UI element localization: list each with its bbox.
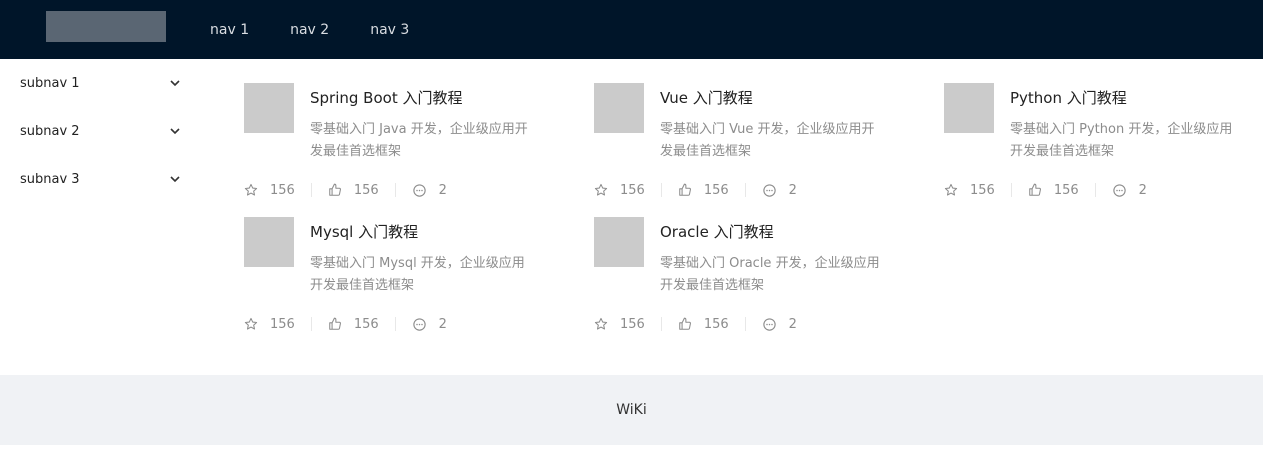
comment-count: 2 <box>788 182 797 198</box>
like-icon <box>328 317 354 331</box>
main-layout: subnav 1 subnav 2 subnav 3 Spring Boot 入… <box>0 59 1263 375</box>
star-count: 156 <box>270 182 295 198</box>
course-title[interactable]: Vue 入门教程 <box>660 87 753 108</box>
card-actions: 156 156 2 <box>594 313 797 335</box>
course-card: Mysql 入门教程 零基础入门 Mysql 开发，企业级应用开发最佳首选框架 … <box>244 217 574 337</box>
sidebar-item-subnav-3[interactable]: subnav 3 <box>20 169 180 189</box>
like-count: 156 <box>353 182 379 198</box>
footer: WiKi <box>0 375 1263 445</box>
message-icon <box>412 317 439 332</box>
star-count: 156 <box>270 316 295 332</box>
course-thumbnail[interactable] <box>594 217 644 267</box>
like-icon <box>328 183 354 197</box>
like-action[interactable]: 156 <box>328 317 379 332</box>
comment-count: 2 <box>1138 182 1147 198</box>
like-action[interactable]: 156 <box>1028 183 1079 198</box>
card-actions: 156 156 2 <box>594 179 797 201</box>
sidebar-item-label: subnav 3 <box>20 171 80 187</box>
course-card: Python 入门教程 零基础入门 Python 开发，企业级应用开发最佳首选框… <box>944 83 1263 203</box>
star-icon <box>594 183 620 197</box>
divider <box>1010 183 1012 197</box>
chevron-down-icon <box>170 175 180 183</box>
like-count: 156 <box>703 182 729 198</box>
comment-action[interactable]: 2 <box>762 317 797 332</box>
nav-item-2[interactable]: nav 2 <box>290 22 329 38</box>
footer-text: WiKi <box>616 402 647 418</box>
divider <box>394 317 396 331</box>
card-actions: 156 156 2 <box>944 179 1147 201</box>
sidebar-item-label: subnav 2 <box>20 123 80 139</box>
comment-action[interactable]: 2 <box>1112 183 1147 198</box>
star-action[interactable]: 156 <box>594 183 645 198</box>
divider <box>744 183 746 197</box>
sidebar-item-subnav-2[interactable]: subnav 2 <box>20 121 180 141</box>
star-icon <box>594 317 620 331</box>
course-thumbnail[interactable] <box>244 217 294 267</box>
star-icon <box>944 183 970 197</box>
like-action[interactable]: 156 <box>678 317 729 332</box>
star-action[interactable]: 156 <box>244 183 295 198</box>
course-title[interactable]: Python 入门教程 <box>1010 87 1127 108</box>
star-action[interactable]: 156 <box>944 183 995 198</box>
star-count: 156 <box>620 316 645 332</box>
chevron-down-icon <box>170 127 180 135</box>
like-icon <box>678 317 704 331</box>
course-description: 零基础入门 Oracle 开发，企业级应用开发最佳首选框架 <box>660 256 880 293</box>
message-icon <box>762 317 789 332</box>
comment-count: 2 <box>438 316 447 332</box>
like-action[interactable]: 156 <box>678 183 729 198</box>
course-thumbnail[interactable] <box>594 83 644 133</box>
divider <box>660 183 662 197</box>
course-thumbnail[interactable] <box>944 83 994 133</box>
comment-action[interactable]: 2 <box>412 317 447 332</box>
divider <box>310 317 312 331</box>
card-actions: 156 156 2 <box>244 313 447 335</box>
like-action[interactable]: 156 <box>328 183 379 198</box>
course-card: Spring Boot 入门教程 零基础入门 Java 开发，企业级应用开发最佳… <box>244 83 574 203</box>
divider <box>1094 183 1096 197</box>
message-icon <box>762 183 789 198</box>
like-icon <box>678 183 704 197</box>
star-icon <box>244 183 270 197</box>
comment-count: 2 <box>438 182 447 198</box>
comment-count: 2 <box>788 316 797 332</box>
course-description: 零基础入门 Vue 开发，企业级应用开发最佳首选框架 <box>660 122 875 159</box>
chevron-down-icon <box>170 79 180 87</box>
course-title[interactable]: Mysql 入门教程 <box>310 221 418 242</box>
course-card: Vue 入门教程 零基础入门 Vue 开发，企业级应用开发最佳首选框架 156 … <box>594 83 924 203</box>
top-nav: nav 1 nav 2 nav 3 <box>210 0 450 59</box>
divider <box>744 317 746 331</box>
top-header: nav 1 nav 2 nav 3 <box>0 0 1263 59</box>
star-count: 156 <box>620 182 645 198</box>
nav-item-1[interactable]: nav 1 <box>210 22 249 38</box>
star-action[interactable]: 156 <box>244 317 295 332</box>
like-count: 156 <box>1053 182 1079 198</box>
divider <box>660 317 662 331</box>
logo[interactable] <box>46 11 166 42</box>
course-thumbnail[interactable] <box>244 83 294 133</box>
card-actions: 156 156 2 <box>244 179 447 201</box>
course-title[interactable]: Oracle 入门教程 <box>660 221 774 242</box>
comment-action[interactable]: 2 <box>412 183 447 198</box>
course-description: 零基础入门 Java 开发，企业级应用开发最佳首选框架 <box>310 122 528 159</box>
like-icon <box>1028 183 1054 197</box>
like-count: 156 <box>703 316 729 332</box>
sidebar-item-label: subnav 1 <box>20 75 80 91</box>
message-icon <box>412 183 439 198</box>
star-count: 156 <box>970 182 995 198</box>
course-card: Oracle 入门教程 零基础入门 Oracle 开发，企业级应用开发最佳首选框… <box>594 217 924 337</box>
course-description: 零基础入门 Mysql 开发，企业级应用开发最佳首选框架 <box>310 256 525 293</box>
course-title[interactable]: Spring Boot 入门教程 <box>310 87 462 108</box>
message-icon <box>1112 183 1139 198</box>
like-count: 156 <box>353 316 379 332</box>
comment-action[interactable]: 2 <box>762 183 797 198</box>
nav-item-3[interactable]: nav 3 <box>370 22 409 38</box>
divider <box>394 183 396 197</box>
divider <box>310 183 312 197</box>
course-description: 零基础入门 Python 开发，企业级应用开发最佳首选框架 <box>1010 122 1233 159</box>
star-icon <box>244 317 270 331</box>
star-action[interactable]: 156 <box>594 317 645 332</box>
sidebar-item-subnav-1[interactable]: subnav 1 <box>20 73 180 93</box>
